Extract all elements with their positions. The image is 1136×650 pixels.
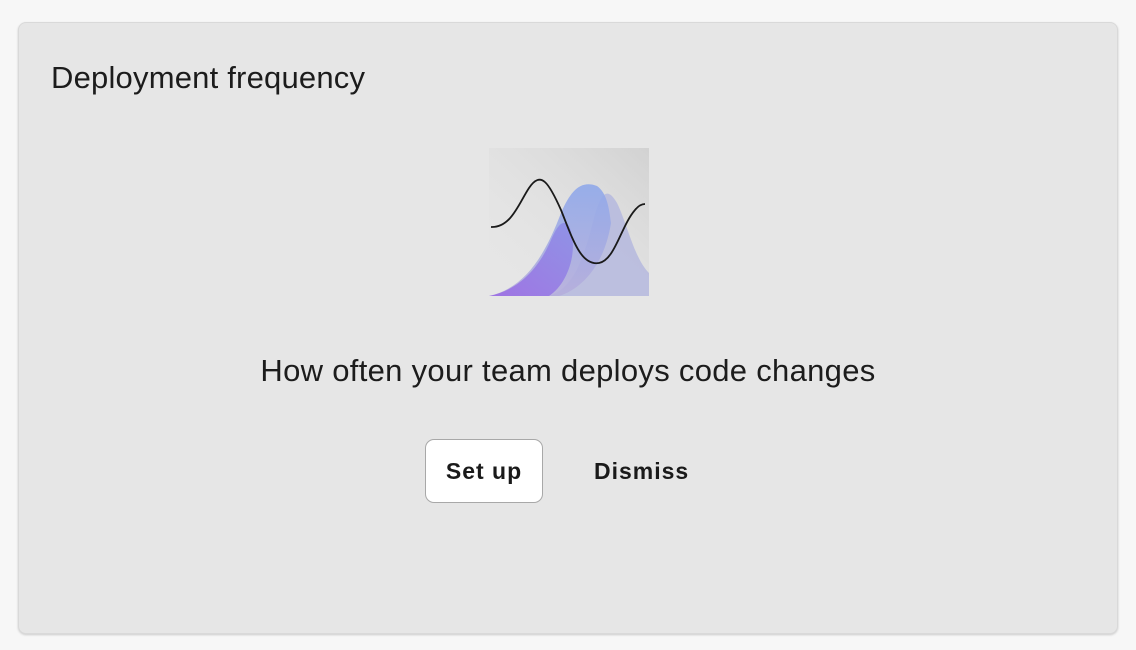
card-title: Deployment frequency	[51, 60, 366, 95]
deployment-frequency-card: Deployment frequency How often your team…	[18, 22, 1118, 634]
dismiss-button[interactable]: Dismiss	[594, 458, 689, 485]
setup-button[interactable]: Set up	[425, 439, 543, 503]
card-actions: Set up Dismiss	[425, 439, 689, 503]
bell-curve-wave-illustration-icon	[489, 148, 649, 296]
card-description: How often your team deploys code changes	[260, 353, 876, 388]
